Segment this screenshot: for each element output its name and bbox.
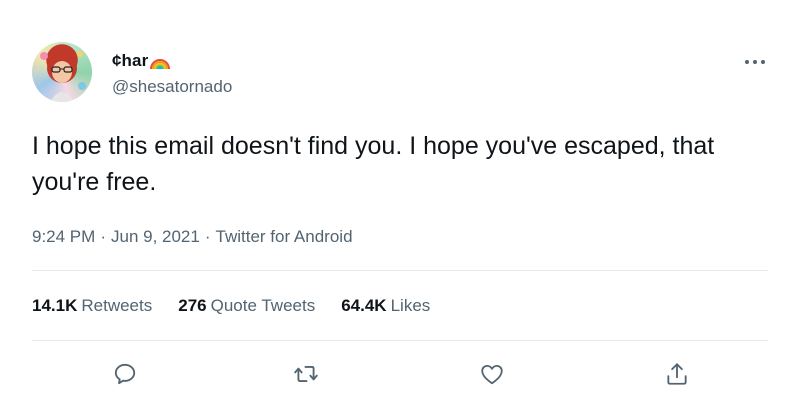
author-block: ¢har @shesatornado [112,50,232,97]
retweet-icon [294,366,318,382]
like-icon [481,364,503,385]
handle[interactable]: @shesatornado [112,77,232,97]
tweet-date[interactable]: Jun 9, 2021 [111,227,200,246]
tweet-card: ¢har @shesatornado I hope this email doe… [0,0,800,420]
retweets-label: Retweets [81,296,153,315]
tweet-source[interactable]: Twitter for Android [216,227,353,246]
divider [32,270,768,271]
likes-count: 64.4K [341,296,387,315]
reply-button[interactable] [105,354,145,394]
divider [32,340,768,341]
action-bar [0,354,800,394]
tweet-meta: 9:24 PM · Jun 9, 2021 · Twitter for Android [32,227,353,247]
rainbow-icon [150,52,171,70]
retweets-count: 14.1K [32,296,78,315]
avatar[interactable] [32,42,92,102]
engagement-stats: 14.1K Retweets 276 Quote Tweets 64.4K Likes [32,296,456,316]
likes-stat[interactable]: 64.4K Likes [341,296,430,316]
quote-tweets-count: 276 [178,296,207,315]
display-name-row[interactable]: ¢har [112,50,232,72]
avatar-illustration [40,51,86,102]
more-icon [745,60,765,64]
retweet-button[interactable] [286,354,326,394]
reply-icon [114,363,136,385]
retweets-stat[interactable]: 14.1K Retweets [32,296,152,316]
share-icon [667,363,687,385]
tweet-text: I hope this email doesn't find you. I ho… [32,132,715,196]
like-button[interactable] [472,354,512,394]
quote-tweets-stat[interactable]: 276 Quote Tweets [178,296,315,316]
meta-separator: · [204,227,211,246]
likes-label: Likes [390,296,431,315]
quote-tweets-label: Quote Tweets [210,296,316,315]
tweet-time[interactable]: 9:24 PM [32,227,95,246]
share-button[interactable] [657,354,697,394]
more-button[interactable] [740,52,770,72]
display-name[interactable]: ¢har [112,51,148,71]
meta-separator: · [100,227,106,246]
